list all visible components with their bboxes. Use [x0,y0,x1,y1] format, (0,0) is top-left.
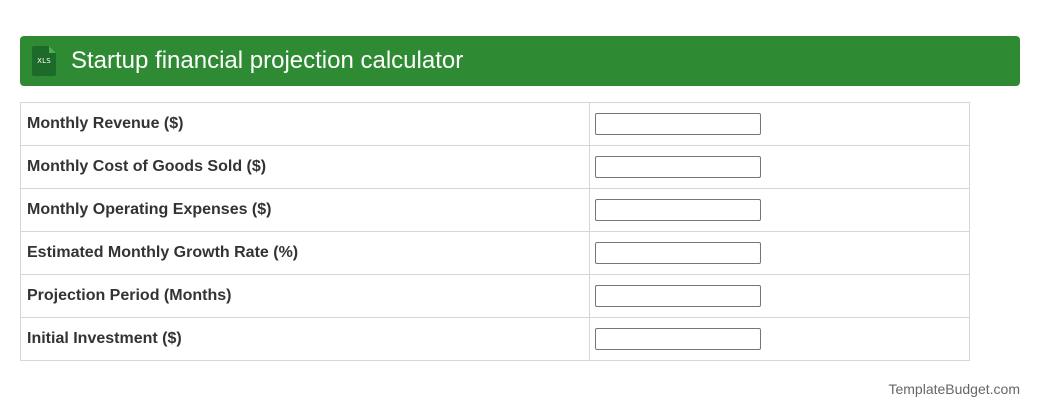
page-title: Startup financial projection calculator [71,47,464,74]
monthly-operating-expenses-input[interactable] [595,199,761,221]
form-row-monthly-revenue: Monthly Revenue ($) [20,102,970,146]
growth-rate-label: Estimated Monthly Growth Rate (%) [20,231,590,275]
xls-file-icon: XLS [32,46,58,76]
form-row-projection-period: Projection Period (Months) [20,274,970,318]
monthly-cogs-label: Monthly Cost of Goods Sold ($) [20,145,590,189]
form-row-monthly-operating-expenses: Monthly Operating Expenses ($) [20,188,970,232]
site-credit: TemplateBudget.com [888,381,1020,397]
monthly-operating-expenses-label: Monthly Operating Expenses ($) [20,188,590,232]
monthly-revenue-input[interactable] [595,113,761,135]
projection-period-input[interactable] [595,285,761,307]
monthly-revenue-label: Monthly Revenue ($) [20,102,590,146]
calculator-header: XLS Startup financial projection calcula… [20,36,1020,86]
xls-file-icon-label: XLS [37,57,51,65]
form-row-monthly-cogs: Monthly Cost of Goods Sold ($) [20,145,970,189]
projection-period-label: Projection Period (Months) [20,274,590,318]
calculator-form: Monthly Revenue ($) Monthly Cost of Good… [20,102,970,361]
initial-investment-label: Initial Investment ($) [20,317,590,361]
form-row-growth-rate: Estimated Monthly Growth Rate (%) [20,231,970,275]
monthly-cogs-input[interactable] [595,156,761,178]
initial-investment-input[interactable] [595,328,761,350]
form-row-initial-investment: Initial Investment ($) [20,317,970,361]
calculator-page: XLS Startup financial projection calcula… [0,0,1040,418]
growth-rate-input[interactable] [595,242,761,264]
